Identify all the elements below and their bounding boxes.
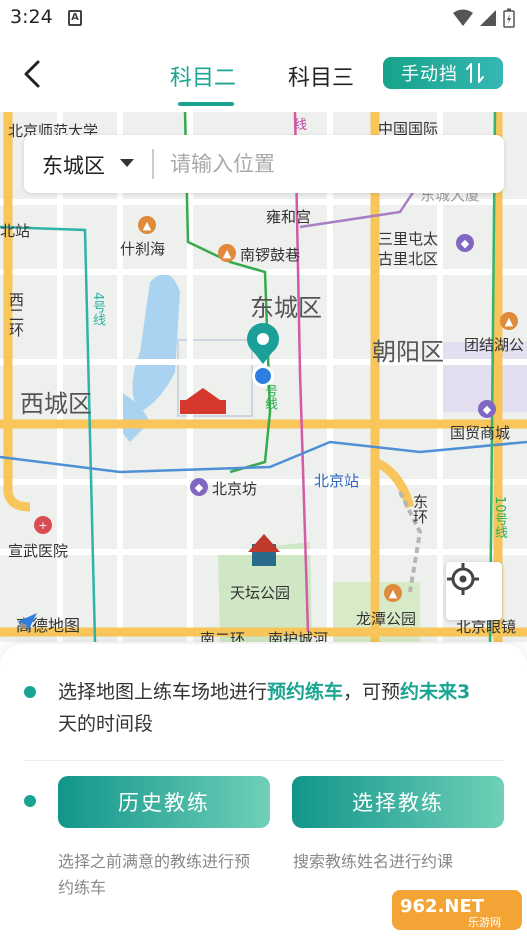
- map-label: 团结湖公: [464, 336, 525, 354]
- map-label: 什刹海: [120, 240, 166, 258]
- svg-text:962.NET: 962.NET: [400, 896, 485, 917]
- district-selector[interactable]: 东城区: [42, 150, 105, 180]
- poi-shopping-icon: ◆: [478, 400, 496, 418]
- map-label: 西城区: [20, 390, 92, 418]
- battery-icon: [503, 8, 515, 28]
- poi-scenic-icon: ▲: [218, 244, 236, 262]
- history-coach-button[interactable]: 历史教练: [58, 776, 270, 828]
- map-label: 南二环: [200, 630, 246, 642]
- transmission-label: 手动挡: [401, 64, 458, 85]
- tip-text: 选择地图上练车场地进行: [58, 681, 268, 703]
- map-label: 号线: [262, 384, 277, 410]
- wifi-icon: [453, 9, 473, 26]
- map-label: 宣武医院: [8, 542, 69, 560]
- map-label: 10号线: [492, 496, 507, 539]
- choose-coach-button[interactable]: 选择教练: [292, 776, 504, 828]
- locate-me-button[interactable]: [446, 562, 502, 620]
- booking-tip-line-2: 天的时间段: [58, 713, 154, 735]
- crosshair-icon: [447, 563, 479, 595]
- switch-arrows-icon: [466, 63, 484, 83]
- map-label: 古里北区: [378, 250, 439, 268]
- tip-highlight: 预约练车: [267, 681, 344, 703]
- tab-subject-three[interactable]: 科目三: [288, 60, 354, 92]
- transmission-toggle-button[interactable]: 手动挡: [383, 57, 503, 89]
- map-view[interactable]: ▲ ▲ ◆ ▲ ◆ ◆ + ▲ 北京师范大学 中国国际 北站 雍和宫 什刹海 南…: [0, 112, 527, 642]
- poi-hospital-icon: +: [34, 516, 52, 534]
- map-label: 南护城河: [268, 630, 329, 642]
- map-label: 龙潭公园: [356, 610, 417, 628]
- poi-shopping-icon: ◆: [190, 478, 208, 496]
- map-label: 南锣鼓巷: [240, 246, 301, 264]
- map-label: 线: [294, 118, 308, 133]
- search-divider: [152, 149, 154, 179]
- bullet-dot: [24, 686, 36, 698]
- poi-scenic-icon: ▲: [138, 216, 156, 234]
- poi-scenic-icon: ▲: [384, 584, 402, 602]
- map-label: 北京坊: [212, 480, 258, 498]
- desc-line: 约练车: [58, 878, 107, 897]
- status-bar: 3:24 A: [0, 0, 527, 36]
- map-provider-logo: 高德地图: [16, 612, 80, 636]
- panel-divider: [24, 760, 504, 761]
- map-label: 北京站: [314, 472, 360, 490]
- map-label: 朝阳区: [372, 338, 444, 366]
- tip-text: ，可预: [343, 681, 401, 703]
- map-label: 北站: [0, 222, 31, 240]
- map-label: 雍和宫: [266, 208, 312, 226]
- map-label: 三里屯太: [378, 230, 439, 248]
- history-coach-description: 选择之前满意的教练进行预 约练车: [58, 849, 250, 901]
- location-search-input[interactable]: [170, 147, 470, 181]
- navigation-arrow-icon: [17, 613, 37, 631]
- back-button[interactable]: [14, 54, 50, 94]
- notification-icon: A: [68, 10, 82, 26]
- tip-highlight: 约未来3: [400, 681, 471, 703]
- choose-coach-description: 搜索教练姓名进行约课: [293, 852, 454, 871]
- poi-shopping-icon: ◆: [456, 234, 474, 252]
- map-label: 4号线: [90, 292, 105, 327]
- svg-text:乐游网: 乐游网: [468, 916, 501, 929]
- poi-scenic-icon: ▲: [500, 312, 518, 330]
- location-search-bar: 东城区: [24, 135, 504, 193]
- chevron-left-icon: [24, 60, 40, 88]
- nav-bar: 科目二 科目三 手动挡: [0, 36, 527, 112]
- status-icons: [453, 8, 515, 28]
- map-label: 天坛公园: [230, 584, 291, 602]
- booking-tip-line-1: 选择地图上练车场地进行预约练车，可预约未来3: [58, 676, 470, 708]
- map-label: 西二环: [7, 292, 25, 337]
- caret-down-icon[interactable]: [120, 159, 134, 167]
- map-label: 东环: [411, 494, 429, 524]
- site-watermark-logo: 962.NET 乐游网: [390, 888, 524, 932]
- signal-icon: [480, 10, 496, 26]
- map-label: 东城区: [250, 294, 322, 322]
- tab-subject-two[interactable]: 科目二: [170, 60, 236, 92]
- status-time: 3:24: [10, 6, 53, 28]
- desc-line: 选择之前满意的教练进行预: [58, 852, 251, 871]
- map-label: 国贸商城: [450, 424, 511, 442]
- bullet-dot: [24, 795, 36, 807]
- tab-active-indicator: [178, 102, 234, 106]
